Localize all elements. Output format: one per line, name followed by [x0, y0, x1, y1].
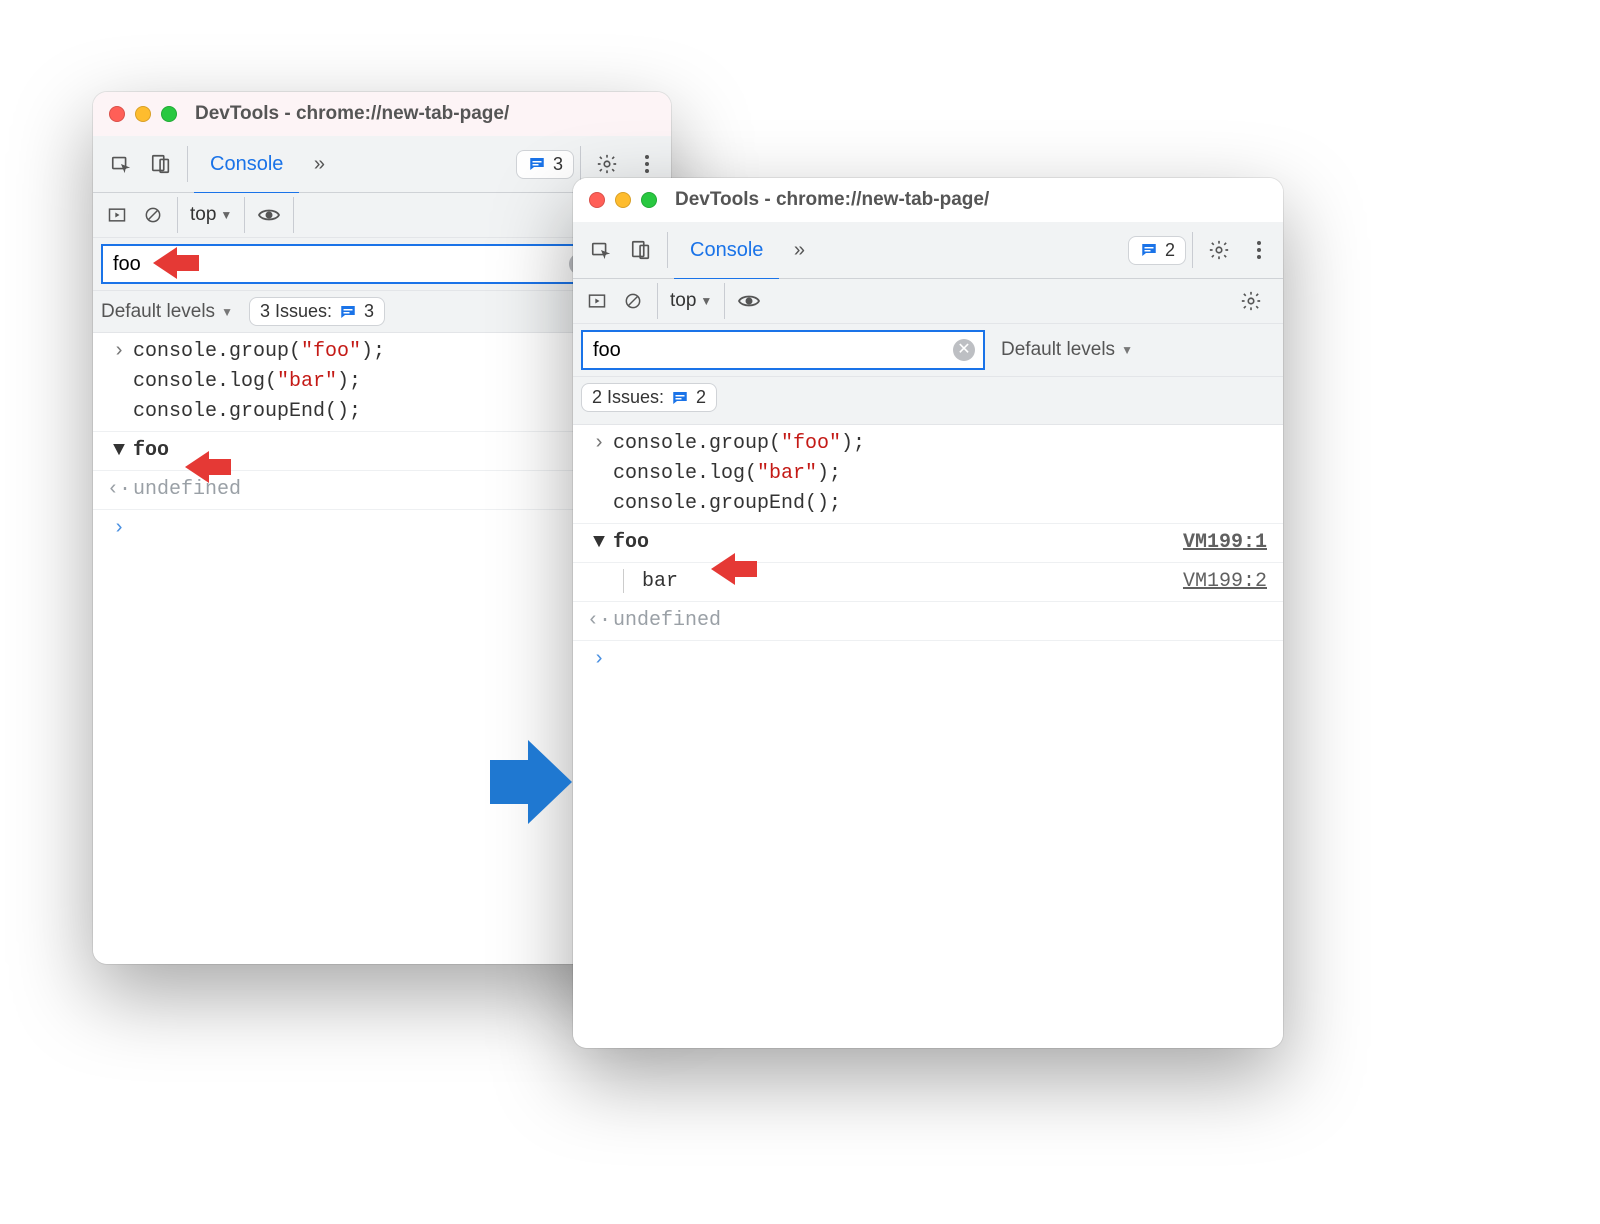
more-tabs-icon[interactable]: » — [299, 136, 339, 192]
source-link[interactable]: VM199:1 — [1183, 528, 1271, 558]
tree-line — [623, 569, 624, 593]
issues-label: 2 Issues: — [592, 387, 664, 408]
chevron-down-icon: ▼ — [700, 294, 712, 308]
return-arrow-icon: ‹· — [105, 475, 133, 505]
tab-console[interactable]: Console — [674, 222, 779, 281]
prompt-chevron-icon: › — [105, 514, 133, 544]
maximize-icon[interactable] — [641, 192, 657, 208]
levels-label: Default levels — [1001, 339, 1115, 361]
issues-badge[interactable]: 3 — [516, 150, 574, 179]
console-settings-gear-icon[interactable] — [1233, 290, 1269, 312]
device-toolbar-icon[interactable] — [141, 136, 181, 192]
issues-count: 2 — [1165, 240, 1175, 261]
chevron-down-icon: ▼ — [221, 305, 233, 319]
console-group-child: bar VM199:2 — [573, 563, 1283, 602]
clear-console-icon[interactable] — [135, 193, 171, 237]
separator — [657, 283, 658, 319]
settings-gear-icon[interactable] — [1199, 222, 1239, 278]
console-subbar: top ▼ — [573, 279, 1283, 324]
window-title: DevTools - chrome://new-tab-page/ — [187, 103, 655, 125]
annotation-arrow-red — [185, 447, 231, 487]
filter-input-wrapper: ✕ — [581, 330, 985, 370]
input-chevron-icon: › — [585, 429, 613, 459]
toggle-sidebar-icon[interactable] — [579, 279, 615, 323]
clear-filter-icon[interactable]: ✕ — [953, 339, 975, 361]
chevron-down-icon: ▼ — [1121, 343, 1133, 357]
window-controls — [589, 192, 657, 208]
inspect-element-icon[interactable] — [581, 222, 621, 278]
group-title: foo — [613, 528, 1183, 558]
console-output: › console.group("foo"); console.log("bar… — [573, 425, 1283, 1048]
device-toolbar-icon[interactable] — [621, 222, 661, 278]
messages-icon — [670, 388, 690, 408]
comparison-stage: DevTools - chrome://new-tab-page/ Consol… — [0, 0, 1600, 1224]
context-label: top — [190, 204, 216, 226]
issues-badge[interactable]: 2 — [1128, 236, 1186, 265]
input-chevron-icon: › — [105, 337, 133, 367]
clear-console-icon[interactable] — [615, 279, 651, 323]
levels-label: Default levels — [101, 301, 215, 323]
log-levels-selector[interactable]: Default levels ▼ — [101, 301, 233, 323]
minimize-icon[interactable] — [135, 106, 151, 122]
close-icon[interactable] — [589, 192, 605, 208]
main-toolbar: Console » 2 — [573, 222, 1283, 279]
undefined-value: undefined — [613, 606, 1271, 636]
window-titlebar: DevTools - chrome://new-tab-page/ — [573, 178, 1283, 222]
log-message: bar — [642, 570, 678, 593]
log-levels-selector[interactable]: Default levels ▼ — [1001, 339, 1133, 361]
separator — [293, 197, 294, 233]
annotation-arrow-red — [153, 243, 199, 283]
issues-button[interactable]: 3 Issues: 3 — [249, 297, 385, 326]
return-arrow-icon: ‹· — [585, 606, 613, 636]
console-group-header[interactable]: ▼ foo VM199:1 — [573, 524, 1283, 563]
console-prompt[interactable]: › — [573, 641, 1283, 679]
separator — [244, 197, 245, 233]
messages-icon — [1139, 240, 1159, 260]
annotation-arrow-red — [711, 549, 757, 589]
inspect-element-icon[interactable] — [101, 136, 141, 192]
devtools-window-after: DevTools - chrome://new-tab-page/ Consol… — [573, 178, 1283, 1048]
context-label: top — [670, 290, 696, 312]
window-title: DevTools - chrome://new-tab-page/ — [667, 189, 1267, 211]
separator — [187, 146, 188, 182]
live-expression-eye-icon[interactable] — [731, 279, 767, 323]
issues-button[interactable]: 2 Issues: 2 — [581, 383, 717, 412]
issues-count: 3 — [364, 301, 374, 322]
tab-console[interactable]: Console — [194, 136, 299, 195]
separator — [177, 197, 178, 233]
issues-row: 2 Issues: 2 — [573, 377, 1283, 425]
separator — [580, 146, 581, 182]
prompt-chevron-icon: › — [585, 645, 613, 675]
context-selector[interactable]: top ▼ — [184, 204, 238, 226]
issues-count: 3 — [553, 154, 563, 175]
minimize-icon[interactable] — [615, 192, 631, 208]
more-menu-icon[interactable] — [1239, 222, 1279, 278]
toggle-sidebar-icon[interactable] — [99, 193, 135, 237]
messages-icon — [338, 302, 358, 322]
disclosure-triangle-icon[interactable]: ▼ — [585, 528, 613, 558]
more-tabs-icon[interactable]: » — [779, 222, 819, 278]
source-link[interactable]: VM199:2 — [1183, 567, 1271, 597]
close-icon[interactable] — [109, 106, 125, 122]
window-titlebar: DevTools - chrome://new-tab-page/ — [93, 92, 671, 136]
live-expression-eye-icon[interactable] — [251, 193, 287, 237]
context-selector[interactable]: top ▼ — [664, 290, 718, 312]
console-input-echo: › console.group("foo"); console.log("bar… — [573, 425, 1283, 524]
filter-input[interactable] — [591, 338, 945, 363]
messages-icon — [527, 154, 547, 174]
filter-row: ✕ Default levels ▼ — [573, 324, 1283, 377]
issues-label: 3 Issues: — [260, 301, 332, 322]
disclosure-triangle-icon[interactable]: ▼ — [105, 436, 133, 466]
issues-count: 2 — [696, 387, 706, 408]
separator — [724, 283, 725, 319]
separator — [1192, 232, 1193, 268]
chevron-down-icon: ▼ — [220, 208, 232, 222]
window-controls — [109, 106, 177, 122]
separator — [667, 232, 668, 268]
transition-arrow-blue — [490, 740, 574, 824]
console-return-value: ‹· undefined — [573, 602, 1283, 641]
maximize-icon[interactable] — [161, 106, 177, 122]
